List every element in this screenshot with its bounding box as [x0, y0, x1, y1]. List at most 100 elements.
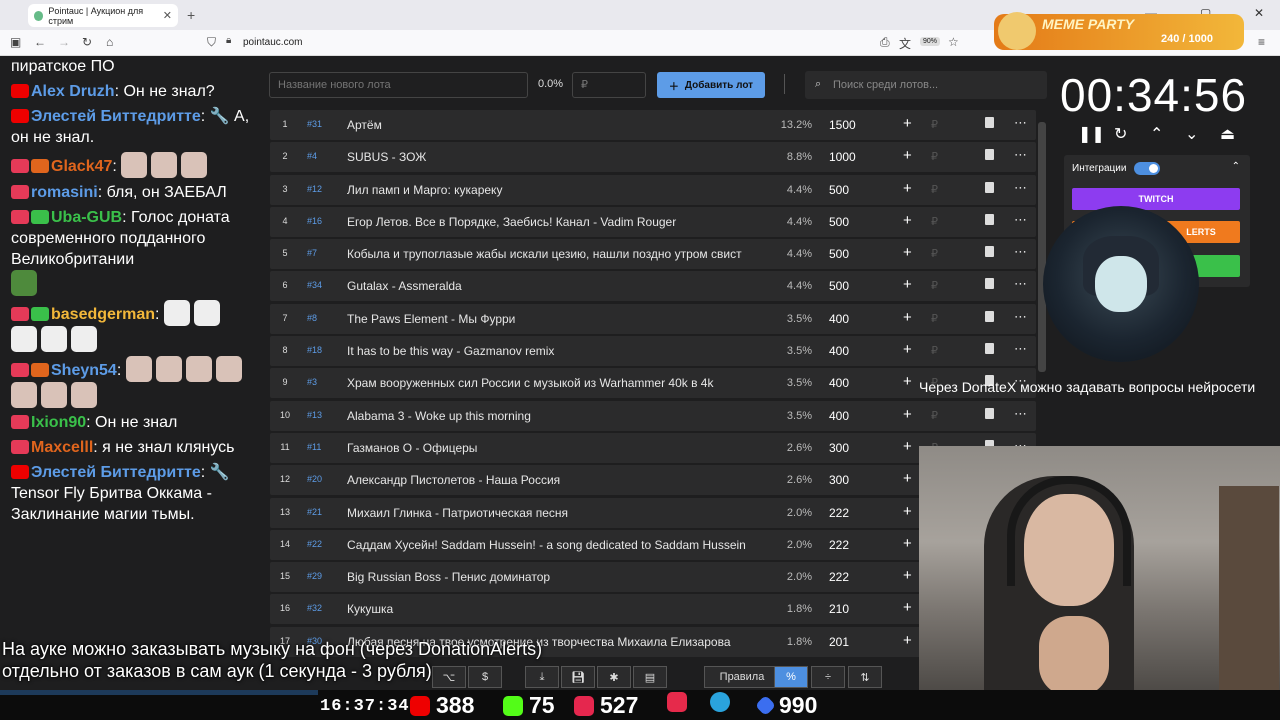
lot-amount[interactable]: 1000 — [829, 150, 856, 164]
percent-toggle-button[interactable]: % — [774, 666, 808, 688]
add-amount-icon[interactable]: + — [903, 309, 912, 326]
lot-name[interactable]: Артём — [347, 118, 767, 132]
eject-icon[interactable]: ⏏ — [1220, 124, 1235, 144]
lot-amount[interactable]: 201 — [829, 635, 849, 649]
pause-icon[interactable]: ❚❚ — [1078, 124, 1105, 144]
bug-button[interactable]: ✱ — [597, 666, 631, 688]
back-icon[interactable]: ← — [34, 35, 46, 49]
sidebar-icon[interactable]: ▣ — [10, 35, 21, 49]
lot-amount[interactable]: 400 — [829, 409, 849, 423]
lot-scrollbar[interactable] — [1038, 122, 1046, 372]
lot-name[interactable]: Газманов О - Офицеры — [347, 441, 767, 455]
more-options-icon[interactable]: ⋯ — [1014, 212, 1028, 228]
lot-name[interactable]: SUBUS - ЗОЖ — [347, 150, 767, 164]
lot-amount[interactable]: 500 — [829, 279, 849, 293]
clear-button[interactable]: ▤ — [633, 666, 667, 688]
integrations-toggle[interactable] — [1134, 162, 1160, 175]
reload-icon[interactable]: ↻ — [82, 35, 92, 49]
new-lot-input[interactable] — [269, 72, 528, 98]
lot-amount[interactable]: 400 — [829, 344, 849, 358]
lot-name[interactable]: Саддам Хусейн! Saddam Hussein! - a song … — [347, 538, 767, 552]
trash-icon[interactable] — [985, 310, 994, 322]
ruble-input-icon[interactable]: ₽ — [931, 344, 938, 357]
lot-amount[interactable]: 400 — [829, 376, 849, 390]
more-options-icon[interactable]: ⋯ — [1014, 341, 1028, 357]
lot-name[interactable]: Александр Пистолетов - Наша Россия — [347, 473, 767, 487]
ruble-input-icon[interactable]: ₽ — [931, 150, 938, 163]
close-window-icon[interactable]: ✕ — [1254, 6, 1264, 20]
more-options-icon[interactable]: ⋯ — [1014, 147, 1028, 163]
sort-button[interactable]: ⇅ — [848, 666, 882, 688]
more-options-icon[interactable]: ⋯ — [1014, 309, 1028, 325]
more-options-icon[interactable]: ⋯ — [1014, 406, 1028, 422]
menu-icon[interactable]: ≡ — [1258, 35, 1265, 49]
more-options-icon[interactable]: ⋯ — [1014, 276, 1028, 292]
close-tab-icon[interactable]: ✕ — [163, 9, 172, 22]
add-amount-icon[interactable]: + — [903, 599, 912, 616]
add-amount-icon[interactable]: + — [903, 567, 912, 584]
twitch-button[interactable]: TWITCH — [1072, 188, 1240, 210]
lot-amount[interactable]: 222 — [829, 538, 849, 552]
lot-name[interactable]: Кобыла и трупоглазые жабы искали цезию, … — [347, 247, 767, 261]
chevron-down-icon[interactable]: ⌄ — [1185, 124, 1198, 144]
add-amount-icon[interactable]: + — [903, 632, 912, 649]
lot-row[interactable]: 7 #8 The Paws Element - Мы Фурри 3.5% 400 + ₽ ⋯ — [270, 303, 1036, 334]
lot-amount[interactable]: 222 — [829, 506, 849, 520]
lot-row[interactable]: 3 #12 Лил памп и Марго: кукареку 4.4% 500 + ₽ ⋯ — [270, 174, 1036, 205]
rules-button[interactable]: Правила — [704, 666, 780, 688]
lot-name[interactable]: The Paws Element - Мы Фурри — [347, 312, 767, 326]
ruble-input-icon[interactable]: ₽ — [931, 409, 938, 422]
reset-icon[interactable]: ↻ — [1114, 124, 1127, 144]
lot-row[interactable]: 5 #7 Кобыла и трупоглазые жабы искали цези… — [270, 239, 1036, 270]
zoom-level[interactable]: 90% — [920, 37, 941, 46]
split-button[interactable]: ÷ — [811, 666, 845, 688]
lot-name[interactable]: Alabama 3 - Woke up this morning — [347, 409, 767, 423]
chevron-up-icon[interactable]: ⌃ — [1150, 124, 1163, 144]
lot-row[interactable]: 6 #34 Gutalax - Assmeralda 4.4% 500 + ₽ ⋯ — [270, 271, 1036, 302]
lot-name[interactable]: Егор Летов. Все в Порядке, Заебись! Кана… — [347, 215, 767, 229]
lot-name[interactable]: Big Russian Boss - Пенис доминатор — [347, 570, 767, 584]
ruble-input-icon[interactable]: ₽ — [931, 215, 938, 228]
lot-row[interactable]: 8 #18 It has to be this way - Gazmanov rem… — [270, 336, 1036, 367]
add-amount-icon[interactable]: + — [903, 470, 912, 487]
lot-amount[interactable]: 400 — [829, 312, 849, 326]
add-amount-icon[interactable]: + — [903, 503, 912, 520]
trash-icon[interactable] — [985, 149, 994, 161]
new-tab-icon[interactable]: + — [187, 7, 195, 23]
lot-amount[interactable]: 500 — [829, 183, 849, 197]
add-amount-icon[interactable]: + — [903, 438, 912, 455]
trash-icon[interactable] — [985, 407, 994, 419]
ruble-input-icon[interactable]: ₽ — [931, 247, 938, 260]
add-amount-icon[interactable]: + — [903, 115, 912, 132]
home-icon[interactable]: ⌂ — [106, 35, 113, 49]
lot-name[interactable]: It has to be this way - Gazmanov remix — [347, 344, 767, 358]
add-amount-icon[interactable]: + — [903, 147, 912, 164]
ruble-input-icon[interactable]: ₽ — [931, 279, 938, 292]
trash-icon[interactable] — [985, 181, 994, 193]
lot-name[interactable]: Кукушка — [347, 602, 767, 616]
amount-input[interactable] — [572, 72, 646, 98]
collapse-icon[interactable]: ⌃ — [1232, 161, 1240, 172]
add-amount-icon[interactable]: + — [903, 406, 912, 423]
url-text[interactable]: pointauc.com — [243, 37, 302, 48]
reader-icon[interactable]: ⎙ — [880, 35, 890, 50]
more-options-icon[interactable]: ⋯ — [1014, 115, 1028, 131]
lot-amount[interactable]: 300 — [829, 473, 849, 487]
lot-amount[interactable]: 300 — [829, 441, 849, 455]
lot-amount[interactable]: 1500 — [829, 118, 856, 132]
lot-name[interactable]: Gutalax - Assmeralda — [347, 279, 767, 293]
lot-amount[interactable]: 222 — [829, 570, 849, 584]
ruble-input-icon[interactable]: ₽ — [931, 118, 938, 131]
trash-icon[interactable] — [985, 213, 994, 225]
trash-icon[interactable] — [985, 278, 994, 290]
trash-icon[interactable] — [985, 117, 994, 128]
lot-row[interactable]: 2 #4 SUBUS - ЗОЖ 8.8% 1000 + ₽ ⋯ — [270, 142, 1036, 173]
add-lot-button[interactable]: ＋ Добавить лот — [657, 72, 765, 98]
lot-amount[interactable]: 210 — [829, 602, 849, 616]
lot-name[interactable]: Храм вооруженных сил России с музыкой из… — [347, 376, 767, 390]
trash-icon[interactable] — [985, 246, 994, 258]
add-amount-icon[interactable]: + — [903, 180, 912, 197]
ruble-input-icon[interactable]: ₽ — [931, 183, 938, 196]
lot-row[interactable]: 1 #31 Артём 13.2% 1500 + ₽ ⋯ — [270, 110, 1036, 140]
trash-icon[interactable] — [985, 343, 994, 355]
